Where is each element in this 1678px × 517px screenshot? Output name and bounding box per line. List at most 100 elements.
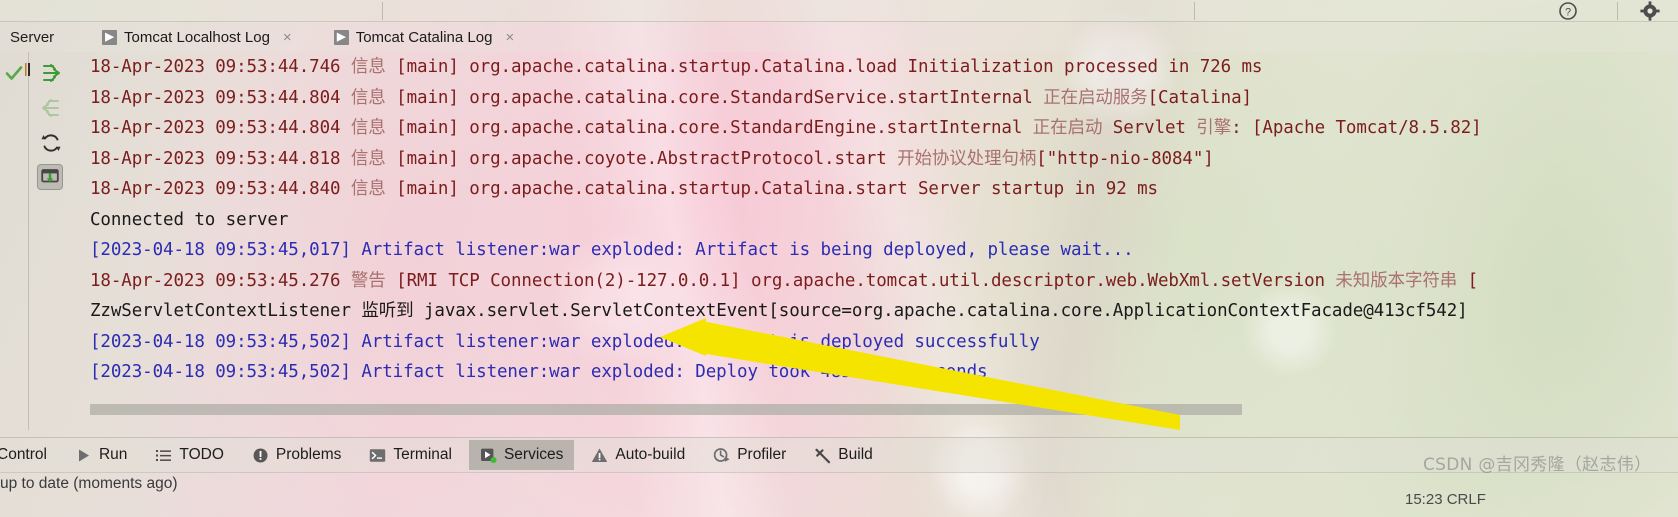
bottom-bar-item-profiler[interactable]: Profiler (702, 440, 797, 470)
profiler-icon (713, 447, 730, 464)
status-text: up to date (moments ago) (0, 475, 178, 492)
log-segment: [ (1457, 270, 1479, 291)
ide-top-toolbar: ? (0, 0, 1678, 22)
bottom-bar-item-terminal[interactable]: Terminal (358, 440, 463, 470)
log-console[interactable]: 18-Apr-2023 09:53:44.746 信息 [main] org.a… (78, 52, 1678, 400)
scroll-to-end-icon[interactable] (38, 60, 64, 86)
log-segment: [main] org.apache.coyote.AbstractProtoco… (385, 148, 898, 169)
tab-label: Tomcat Catalina Log (355, 28, 493, 46)
log-line: Connected to server (78, 205, 1678, 236)
bottom-bar-item-auto-build[interactable]: Auto-build (580, 440, 696, 470)
bottom-bar-item-services[interactable]: Services (468, 440, 575, 470)
bottom-bar-item-problems[interactable]: Problems (241, 440, 352, 470)
log-line: [2023-04-18 09:53:45,502] Artifact liste… (78, 327, 1678, 358)
log-segment: 18-Apr-2023 09:53:44.804 (90, 118, 351, 138)
log-segment: javax.servlet.ServletContextEvent[source… (413, 301, 1468, 321)
log-segment: 正在启动 (1032, 118, 1103, 138)
log-segment: [RMI TCP Connection(2)-127.0.0.1] org.ap… (385, 270, 1336, 291)
toolbar-divider (382, 2, 383, 20)
log-segment: 18-Apr-2023 09:53:44.804 (90, 87, 351, 108)
bottom-bar-item-label: Services (503, 446, 564, 463)
bottom-bar-item-todo[interactable]: TODO (144, 440, 235, 470)
bottom-bar-item-build[interactable]: Build (803, 440, 883, 470)
log-segment: [main] org.apache.catalina.core.Standard… (385, 118, 1033, 138)
scrollbar-thumb[interactable] (90, 404, 1242, 415)
hammer-icon (814, 447, 831, 464)
run-arrow-icon: ▶ (102, 29, 117, 45)
rerun-icon[interactable] (38, 130, 64, 156)
log-line: [2023-04-18 09:53:45,502] Artifact liste… (78, 357, 1678, 388)
log-segment: 正在启动服务 (1043, 87, 1148, 108)
bottom-bar-item-label: Build (838, 446, 873, 463)
close-icon[interactable]: × (283, 29, 292, 46)
log-line: 18-Apr-2023 09:53:45.276 警告 [RMI TCP Con… (78, 266, 1678, 297)
log-segment: [2023-04-18 09:53:45,502] Artifact liste… (90, 331, 1040, 352)
bottom-bar-item-label: Run (98, 446, 128, 463)
log-segment: 信息 (350, 57, 386, 77)
log-segment: 警告 (350, 270, 386, 291)
sidebar-text-fragment (23, 58, 33, 84)
log-line: 18-Apr-2023 09:53:44.804 信息 [main] org.a… (78, 83, 1678, 114)
log-segment: [main] org.apache.catalina.startup.Catal… (385, 179, 1158, 199)
toolbar-divider-3 (1617, 2, 1618, 20)
log-segment: [2023-04-18 09:53:45,017] Artifact liste… (90, 240, 1134, 260)
scroll-to-start-icon (38, 95, 64, 121)
log-line: 18-Apr-2023 09:53:44.804 信息 [main] org.a… (78, 113, 1678, 144)
tab-tomcat-localhost-log[interactable]: ▶ Tomcat Localhost Log × (94, 22, 300, 52)
log-line: ZzwServletContextListener 监听到 javax.serv… (78, 296, 1678, 327)
run-arrow-icon: ▶ (333, 29, 349, 45)
log-segment: [2023-04-18 09:53:45,502] Artifact liste… (90, 362, 988, 382)
log-segment: 未知版本字符串 (1335, 270, 1458, 291)
services-icon (480, 447, 497, 464)
log-segment: 引擎 (1196, 118, 1232, 138)
bottom-bar-item-label: Terminal (393, 446, 452, 463)
console-right-edge-fade (1672, 22, 1678, 432)
status-bar: up to date (moments ago) 15:23 CRLF (0, 473, 1678, 517)
toolbar-divider-2 (1194, 2, 1195, 20)
bottom-bar-item-label: TODO (179, 446, 224, 463)
bottom-bar-item-label: Profiler (737, 446, 787, 463)
log-segment: 18-Apr-2023 09:53:45.276 (90, 270, 351, 291)
log-segment: 18-Apr-2023 09:53:44.746 (90, 57, 351, 77)
log-segment: 信息 (350, 87, 386, 108)
log-segment: 18-Apr-2023 09:53:44.840 (90, 179, 351, 199)
log-segment: [Catalina] (1147, 87, 1252, 108)
bottom-bar-item-control[interactable]: Control (0, 440, 58, 470)
todo-list-icon (155, 447, 172, 464)
close-icon[interactable]: × (505, 29, 514, 46)
bottom-bar-item-label: Auto-build (615, 446, 686, 463)
bottom-bar-item-run[interactable]: Run (64, 440, 138, 470)
log-segment: : [Apache Tomcat/8.5.82] (1231, 118, 1482, 138)
log-segment: [main] org.apache.catalina.startup.Catal… (385, 57, 1263, 77)
console-toolbar-sidebar (0, 52, 78, 430)
run-triangle-icon (75, 447, 92, 464)
csdn-watermark: CSDN @吉冈秀隆（赵志伟） (1423, 455, 1652, 475)
bottom-bar-item-label: Control (0, 446, 47, 463)
log-segment: ["http-nio-8084"] (1036, 148, 1214, 169)
server-section-label: Server (10, 28, 55, 46)
log-segment: Connected to server (90, 209, 289, 230)
log-segment: 开始协议处理句柄 (897, 148, 1037, 169)
svg-text:?: ? (1565, 7, 1571, 19)
terminal-icon (369, 447, 386, 464)
log-segment: ZzwServletContextListener (90, 301, 362, 321)
log-line: 18-Apr-2023 09:53:44.818 信息 [main] org.a… (78, 144, 1678, 175)
tool-window-tab-bar: Server ▶ Tomcat Localhost Log × ▶ Tomcat… (0, 22, 1678, 52)
soft-wrap-icon[interactable] (37, 164, 63, 190)
tab-label: Tomcat Localhost Log (124, 28, 270, 46)
log-line: 18-Apr-2023 09:53:44.746 信息 [main] org.a… (78, 52, 1678, 83)
log-segment: 信息 (350, 179, 386, 199)
log-segment: 信息 (350, 118, 386, 138)
status-clock: 15:23 CRLF (1405, 491, 1486, 508)
bottom-bar-item-label: Problems (275, 446, 342, 463)
log-segment: Servlet (1102, 118, 1197, 138)
log-segment: 监听到 (361, 301, 414, 321)
log-segment: 信息 (350, 148, 386, 169)
console-horizontal-scrollbar[interactable] (90, 404, 1672, 415)
log-segment: 18-Apr-2023 09:53:44.818 (90, 148, 351, 169)
log-line: [2023-04-18 09:53:45,017] Artifact liste… (78, 235, 1678, 266)
warning-triangle-icon (591, 447, 608, 464)
tab-tomcat-catalina-log[interactable]: ▶ Tomcat Catalina Log × (326, 22, 523, 52)
log-segment: [main] org.apache.catalina.core.Standard… (385, 87, 1044, 108)
log-line: 18-Apr-2023 09:53:44.840 信息 [main] org.a… (78, 174, 1678, 205)
